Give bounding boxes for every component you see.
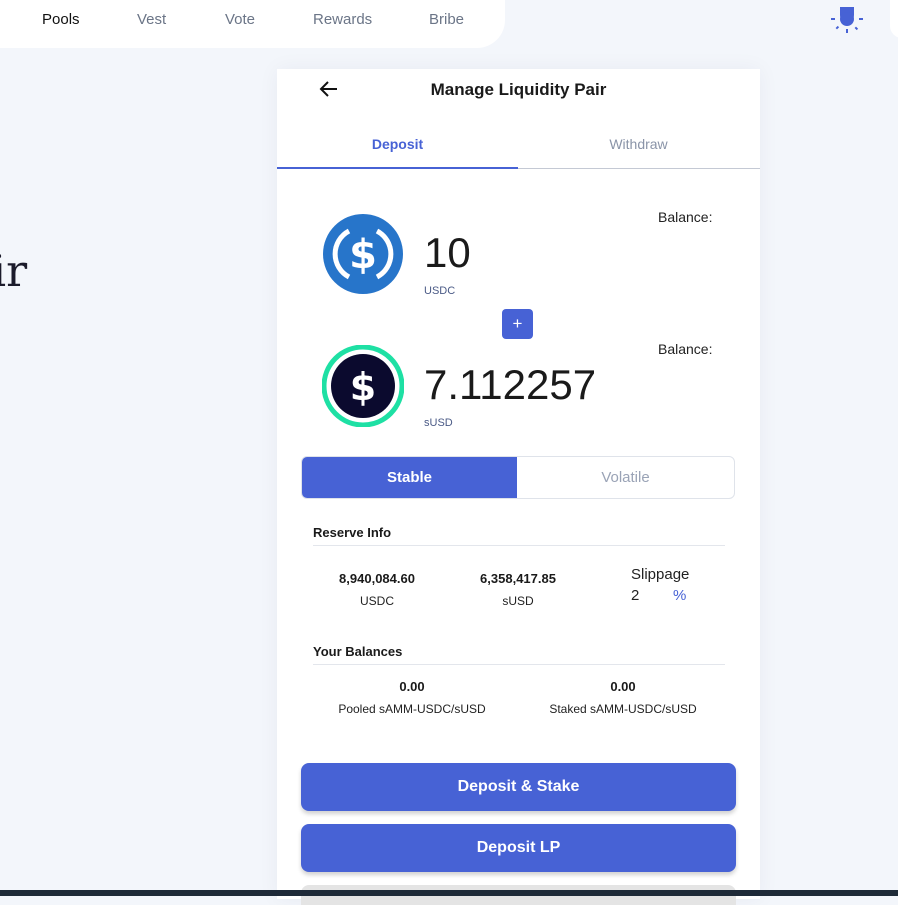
reserve-usdc-symbol: USDC [359, 594, 394, 608]
tab-withdraw[interactable]: Withdraw [518, 136, 759, 152]
volatile-option[interactable]: Volatile [517, 457, 734, 498]
stable-option[interactable]: Stable [302, 457, 517, 498]
reserve-susd-symbol: sUSD [502, 594, 534, 608]
manage-liquidity-card: Manage Liquidity Pair Deposit Withdraw $… [277, 69, 760, 905]
nav-item-bribe[interactable]: Bribe [429, 11, 464, 28]
divider [313, 545, 725, 546]
nav-item-rewards[interactable]: Rewards [313, 11, 372, 28]
slippage-input[interactable]: 2 [631, 587, 639, 604]
svg-text:$: $ [349, 232, 377, 278]
token-a-balance: Balance: [658, 209, 713, 225]
svg-text:$: $ [350, 365, 376, 409]
add-pair-button[interactable]: + [502, 309, 533, 339]
token-a-amount-input[interactable]: 10 [424, 229, 471, 277]
pooled-balance-value: 0.00 [399, 679, 425, 694]
page-title-fragment: ir [0, 246, 28, 297]
slippage-unit: % [673, 587, 687, 604]
arrow-left-icon[interactable] [319, 77, 339, 108]
deposit-and-stake-button[interactable]: Deposit & Stake [301, 763, 736, 811]
token-b-balance: Balance: [658, 341, 713, 357]
staked-balance-label: Staked sAMM-USDC/sUSD [549, 702, 697, 716]
your-balances-heading: Your Balances [313, 644, 403, 659]
nav-item-vest[interactable]: Vest [137, 11, 166, 28]
header-edge [890, 0, 898, 38]
staked-balance-value: 0.00 [610, 679, 636, 694]
divider [313, 664, 725, 665]
reserve-susd-value: 6,358,417.85 [480, 571, 556, 586]
active-tab-indicator [277, 167, 518, 169]
card-title: Manage Liquidity Pair [430, 80, 607, 99]
susd-icon: $ [321, 344, 405, 428]
nav-item-vote[interactable]: Vote [225, 11, 255, 28]
bottom-bar [0, 890, 898, 896]
reserve-info-heading: Reserve Info [313, 525, 392, 540]
reserve-usdc-value: 8,940,084.60 [339, 571, 415, 586]
token-b-symbol: sUSD [424, 417, 453, 429]
usdc-icon: $ [322, 213, 404, 295]
deposit-lp-button[interactable]: Deposit LP [301, 824, 736, 872]
slippage-label: Slippage [631, 566, 690, 583]
sun-icon[interactable] [829, 3, 865, 35]
token-a-symbol: USDC [424, 285, 456, 297]
tab-deposit[interactable]: Deposit [277, 136, 518, 152]
pool-type-toggle: Stable Volatile [301, 456, 735, 499]
top-nav: Pools Vest Vote Rewards Bribe [0, 0, 505, 48]
token-b-amount-input[interactable]: 7.112257 [424, 361, 596, 409]
nav-item-pools[interactable]: Pools [42, 11, 80, 28]
pooled-balance-label: Pooled sAMM-USDC/sUSD [338, 702, 486, 716]
deposit-withdraw-tabs: Deposit Withdraw [277, 122, 760, 169]
